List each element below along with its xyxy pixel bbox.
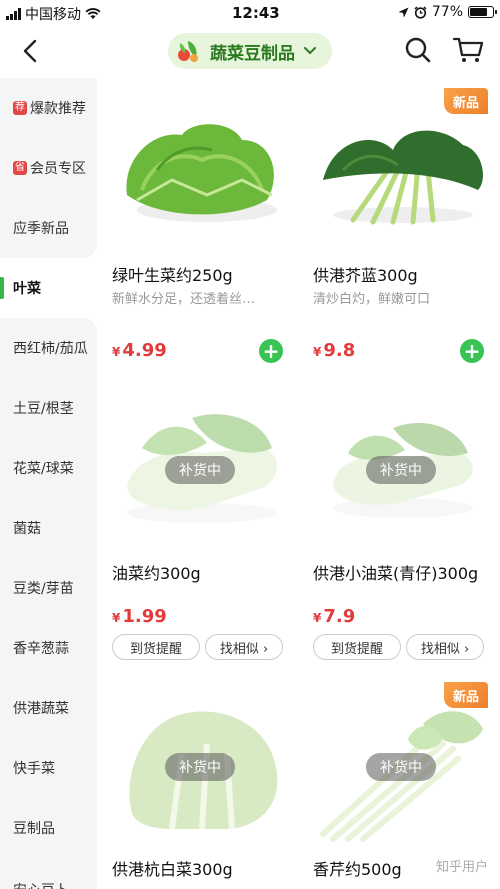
kale-image [323, 130, 483, 225]
battery-percent: 77% [431, 4, 463, 20]
clock: 12:43 [232, 4, 280, 22]
carrier-label: 中国移动 [25, 7, 81, 23]
sidebar-item-label: 爆款推荐 [30, 101, 86, 117]
product-name: 油菜约300g [112, 564, 201, 583]
sidebar-item-label: 安心豆卜 [13, 880, 69, 889]
find-similar-button[interactable]: 找相似 › [406, 634, 484, 660]
sidebar-item-label: 香辛葱蒜 [13, 641, 69, 657]
sidebar-item-more[interactable]: 安心豆卜 [0, 858, 97, 889]
sidebar-item-member[interactable]: 省会员专区 [0, 138, 97, 198]
status-bar: 中国移动 12:43 77% [0, 0, 500, 26]
battery-icon [468, 6, 497, 18]
category-selector[interactable]: 蔬菜豆制品 [168, 33, 332, 69]
sidebar-item-label: 土豆/根茎 [13, 401, 74, 417]
vegetable-icon [178, 41, 198, 62]
sidebar-item-cauliflower[interactable]: 花菜/球菜 [0, 438, 97, 498]
sidebar-item-hk-veg[interactable]: 供港蔬菜 [0, 678, 97, 738]
sidebar-item-mushroom[interactable]: 菌菇 [0, 498, 97, 558]
product-card[interactable]: 补货中 油菜约300g ¥1.99 到货提醒 找相似 › [112, 398, 302, 666]
sidebar-item-label: 会员专区 [30, 161, 86, 177]
product-name: 供港杭白菜300g [112, 860, 233, 879]
currency-symbol: ¥ [313, 611, 322, 625]
back-arrow-icon[interactable] [16, 36, 46, 66]
sidebar-item-leafy[interactable]: 叶菜 [0, 258, 97, 318]
restock-label: 补货中 [165, 456, 235, 484]
new-badge: 新品 [444, 682, 488, 708]
lettuce-image [126, 124, 277, 222]
product-card[interactable]: 绿叶生菜约250g 新鲜水分足，还透着丝… ¥4.99 + [112, 100, 302, 370]
sidebar-item-tofu[interactable]: 豆制品 [0, 798, 97, 858]
sidebar-item-label: 豆类/芽苗 [13, 581, 74, 597]
plus-icon: + [463, 339, 481, 363]
sidebar-item-label: 供港蔬菜 [13, 701, 69, 717]
price-value: 1.99 [122, 606, 167, 627]
plus-icon: + [262, 339, 280, 363]
product-desc: 新鲜水分足，还透着丝… [112, 292, 256, 307]
product-name: 供港小油菜(青仔)300g [313, 564, 479, 583]
price-value: 4.99 [122, 340, 167, 361]
currency-symbol: ¥ [313, 345, 322, 359]
product-name: 供港芥蓝300g [313, 266, 418, 285]
find-similar-button[interactable]: 找相似 › [205, 634, 283, 660]
price-value: 9.8 [323, 340, 356, 361]
currency-symbol: ¥ [112, 345, 121, 359]
search-icon[interactable] [404, 36, 432, 64]
sidebar-item-spices[interactable]: 香辛葱蒜 [0, 618, 97, 678]
add-to-cart-button[interactable]: + [259, 339, 283, 363]
product-price: ¥1.99 [112, 606, 167, 627]
new-badge: 新品 [444, 88, 488, 114]
sidebar-item-beans[interactable]: 豆类/芽苗 [0, 558, 97, 618]
sidebar-item-tomato[interactable]: 西红柿/茄瓜 [0, 318, 97, 378]
currency-symbol: ¥ [112, 611, 121, 625]
product-card[interactable]: 补货中 供港小油菜(青仔)300g ¥7.9 到货提醒 找相似 › [313, 398, 500, 666]
product-card[interactable]: 补货中 供港杭白菜300g [112, 694, 302, 889]
product-card[interactable]: 新品 供港芥蓝300g 清炒白灼，鲜嫩可口 ¥9.8 + [313, 88, 500, 370]
product-price: ¥7.9 [313, 606, 355, 627]
arrival-reminder-button[interactable]: 到货提醒 [112, 634, 200, 660]
recommend-tag: 荐 [13, 101, 27, 115]
sidebar-item-potato[interactable]: 土豆/根茎 [0, 378, 97, 438]
sidebar-item-label: 快手菜 [13, 761, 55, 777]
alarm-icon [414, 5, 427, 19]
restock-label: 补货中 [165, 753, 235, 781]
category-sidebar: 荐爆款推荐 省会员专区 应季新品 叶菜 西红柿/茄瓜 土豆/根茎 花菜/球菜 菌… [0, 78, 97, 889]
restock-label: 补货中 [366, 456, 436, 484]
sidebar-item-label: 花菜/球菜 [13, 461, 74, 477]
sidebar-item-seasonal[interactable]: 应季新品 [0, 198, 97, 258]
sidebar-item-label: 叶菜 [13, 281, 41, 297]
location-icon [398, 7, 409, 17]
product-name: 绿叶生菜约250g [112, 266, 233, 285]
price-value: 7.9 [323, 606, 356, 627]
product-price: ¥4.99 [112, 340, 167, 361]
status-left: 中国移动 [6, 4, 101, 24]
cart-icon[interactable] [452, 36, 484, 64]
chevron-down-icon [304, 47, 316, 55]
save-tag: 省 [13, 161, 27, 175]
sidebar-item-label: 西红柿/茄瓜 [13, 341, 88, 357]
sidebar-item-quick[interactable]: 快手菜 [0, 738, 97, 798]
sidebar-item-label: 菌菇 [13, 521, 41, 537]
restock-label: 补货中 [366, 753, 436, 781]
status-right: 77% [398, 4, 497, 20]
sidebar-item-label: 应季新品 [13, 221, 69, 237]
nav-bar: 蔬菜豆制品 [0, 26, 500, 78]
arrival-reminder-button[interactable]: 到货提醒 [313, 634, 401, 660]
sidebar-item-hot[interactable]: 荐爆款推荐 [0, 78, 97, 138]
add-to-cart-button[interactable]: + [460, 339, 484, 363]
signal-icon [6, 8, 21, 20]
category-label: 蔬菜豆制品 [210, 43, 295, 64]
watermark: 知乎用户 [435, 860, 488, 875]
sidebar-item-label: 豆制品 [13, 821, 55, 837]
product-desc: 清炒白灼，鲜嫩可口 [313, 292, 431, 307]
product-price: ¥9.8 [313, 340, 355, 361]
wifi-icon [85, 8, 101, 19]
